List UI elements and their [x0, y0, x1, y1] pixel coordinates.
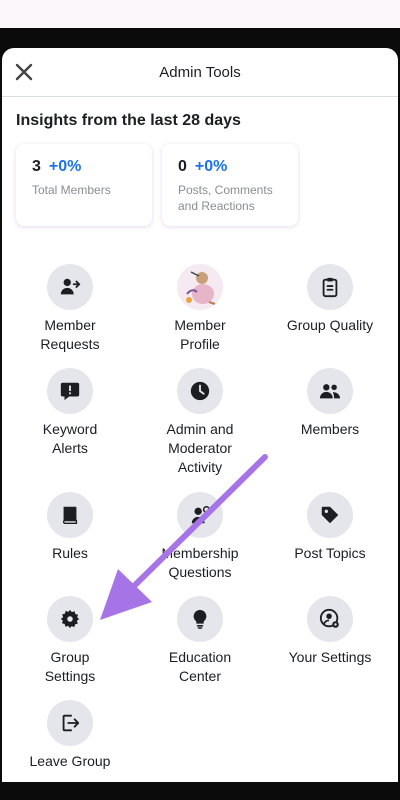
page-title: Admin Tools	[159, 64, 241, 81]
insight-card-total-members[interactable]: 3 +0% Total Members	[16, 144, 152, 226]
book-icon	[47, 492, 93, 538]
tool-group-settings[interactable]: Group Settings	[5, 596, 135, 686]
header: Admin Tools	[2, 48, 398, 97]
tool-membership-questions[interactable]: Membership Questions	[135, 492, 265, 582]
insight-count: 0	[178, 158, 187, 175]
clipboard-icon	[307, 264, 353, 310]
lightbulb-icon	[177, 596, 223, 642]
admin-tools-sheet: Admin Tools Insights from the last 28 da…	[2, 48, 398, 782]
insight-label: Posts, Comments and Reactions	[178, 183, 273, 213]
insights-title: Insights from the last 28 days	[16, 112, 241, 129]
people-icon	[307, 368, 353, 414]
tool-label: Membership Questions	[161, 545, 239, 580]
status-strip	[0, 0, 400, 28]
top-bar	[0, 28, 400, 50]
tool-label: Group Settings	[44, 649, 96, 684]
tool-label: Group Quality	[286, 317, 374, 333]
avatar	[177, 264, 223, 310]
insight-card-posts[interactable]: 0 +0% Posts, Comments and Reactions	[162, 144, 298, 226]
alert-bubble-icon	[47, 368, 93, 414]
tool-label: Member Requests	[40, 317, 100, 352]
person-gear-icon	[307, 596, 353, 642]
tool-label: Education Center	[168, 649, 232, 684]
tool-label: Admin and Moderator Activity	[166, 421, 234, 475]
tag-icon	[307, 492, 353, 538]
tool-admin-moderator-activity[interactable]: Admin and Moderator Activity	[135, 368, 265, 477]
tool-education-center[interactable]: Education Center	[135, 596, 265, 686]
add-person-icon	[47, 264, 93, 310]
tool-label: Member Profile	[174, 317, 226, 352]
tool-label: Keyword Alerts	[42, 421, 98, 456]
tool-keyword-alerts[interactable]: Keyword Alerts	[5, 368, 135, 458]
tool-your-settings[interactable]: Your Settings	[265, 596, 395, 667]
insight-change: +0%	[194, 158, 228, 175]
tool-label: Post Topics	[294, 545, 366, 561]
tool-post-topics[interactable]: Post Topics	[265, 492, 395, 563]
gear-icon	[47, 596, 93, 642]
insight-count: 3	[32, 158, 41, 175]
tool-label: Your Settings	[288, 649, 372, 665]
tool-member-requests[interactable]: Member Requests	[5, 264, 135, 354]
exit-icon	[47, 700, 93, 746]
tool-members[interactable]: Members	[265, 368, 395, 439]
tool-member-profile[interactable]: Member Profile	[135, 264, 265, 354]
tool-rules[interactable]: Rules	[5, 492, 135, 563]
tool-label: Members	[300, 421, 360, 437]
tool-label: Rules	[52, 545, 88, 561]
insight-change: +0%	[48, 158, 82, 175]
clock-icon	[177, 368, 223, 414]
tool-leave-group[interactable]: Leave Group	[5, 700, 135, 771]
tool-group-quality[interactable]: Group Quality	[265, 264, 395, 335]
insight-label: Total Members	[32, 183, 111, 197]
bottom-bar	[0, 782, 400, 800]
person-question-icon	[177, 492, 223, 538]
tool-label: Leave Group	[29, 753, 111, 769]
